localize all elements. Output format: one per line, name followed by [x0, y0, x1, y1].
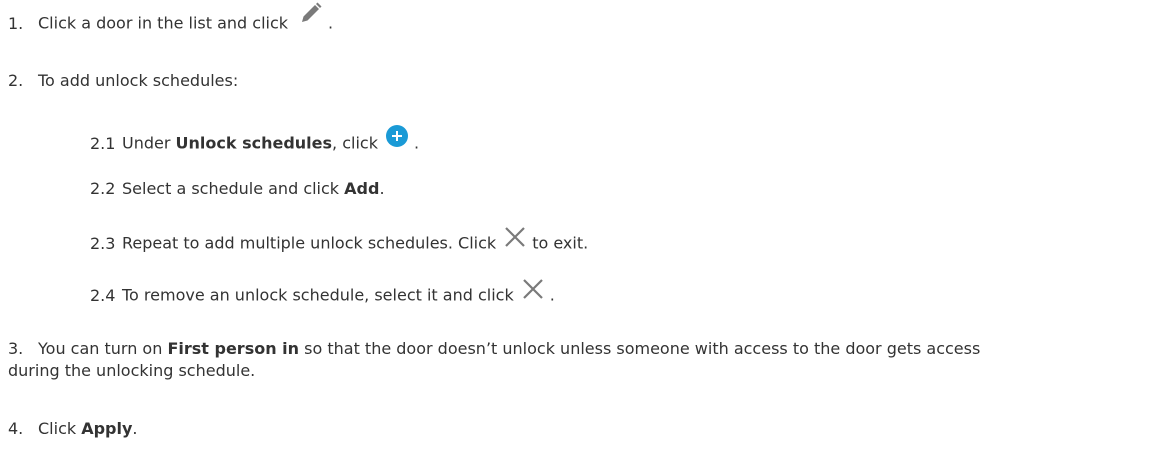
substep-text-after: . — [379, 179, 385, 198]
step-number: 1. — [8, 13, 24, 33]
step-number: 4. — [8, 419, 24, 438]
substep-2-3: 2.3 Repeat to add multiple unlock schedul… — [90, 227, 589, 258]
substep-number: 2.1 — [90, 133, 116, 153]
close-icon — [504, 226, 526, 254]
substep-text: To remove an unlock schedule, select it … — [122, 285, 514, 305]
step-1: 1. Click a door in the list and click . — [8, 2, 334, 38]
substep-text-end: . — [549, 285, 555, 305]
substep-2-2: 2.2 Select a schedule and click Add. — [90, 178, 385, 200]
step-text-after: so that the door doesn’t unlock unless s… — [304, 339, 981, 358]
step-bold-text: Apply — [81, 419, 133, 438]
step-text-after: . — [328, 13, 334, 33]
substep-text-after: , click — [332, 133, 378, 153]
substep-bold-text: Unlock schedules — [175, 133, 333, 153]
step-text: Click a door in the list and click — [38, 13, 289, 33]
step-text: Click — [38, 419, 77, 438]
step-text: You can turn on — [38, 339, 163, 358]
step-4: 4. Click Apply. — [8, 418, 138, 440]
substep-number: 2.3 — [90, 233, 116, 253]
substep-text-end: . — [413, 133, 420, 153]
close-icon — [522, 278, 544, 306]
plus-circle-icon — [385, 125, 408, 153]
step-bold-text: First person in — [167, 339, 300, 358]
step-text: To add unlock schedules: — [38, 71, 239, 90]
substep-text: Repeat to add multiple unlock schedules.… — [122, 233, 497, 253]
step-3: 3. You can turn on First person in so tha… — [8, 338, 1128, 382]
step-text-after: . — [132, 419, 138, 438]
substep-number: 2.4 — [90, 285, 116, 305]
step-number: 2. — [8, 71, 24, 90]
step-text-line2: during the unlocking schedule. — [8, 361, 256, 380]
substep-text: Select a schedule and click — [122, 179, 340, 198]
step-number: 3. — [8, 339, 24, 358]
pencil-icon — [300, 2, 322, 30]
substep-number: 2.2 — [90, 179, 116, 198]
substep-text: Under — [122, 133, 171, 153]
step-2: 2. To add unlock schedules: — [8, 70, 238, 92]
substep-text-end: to exit. — [532, 233, 589, 253]
substep-bold-text: Add — [344, 179, 380, 198]
substep-2-4: 2.4 To remove an unlock schedule, select … — [90, 279, 555, 310]
substep-2-1: 2.1 Under Unlock schedules, click . — [90, 125, 420, 158]
